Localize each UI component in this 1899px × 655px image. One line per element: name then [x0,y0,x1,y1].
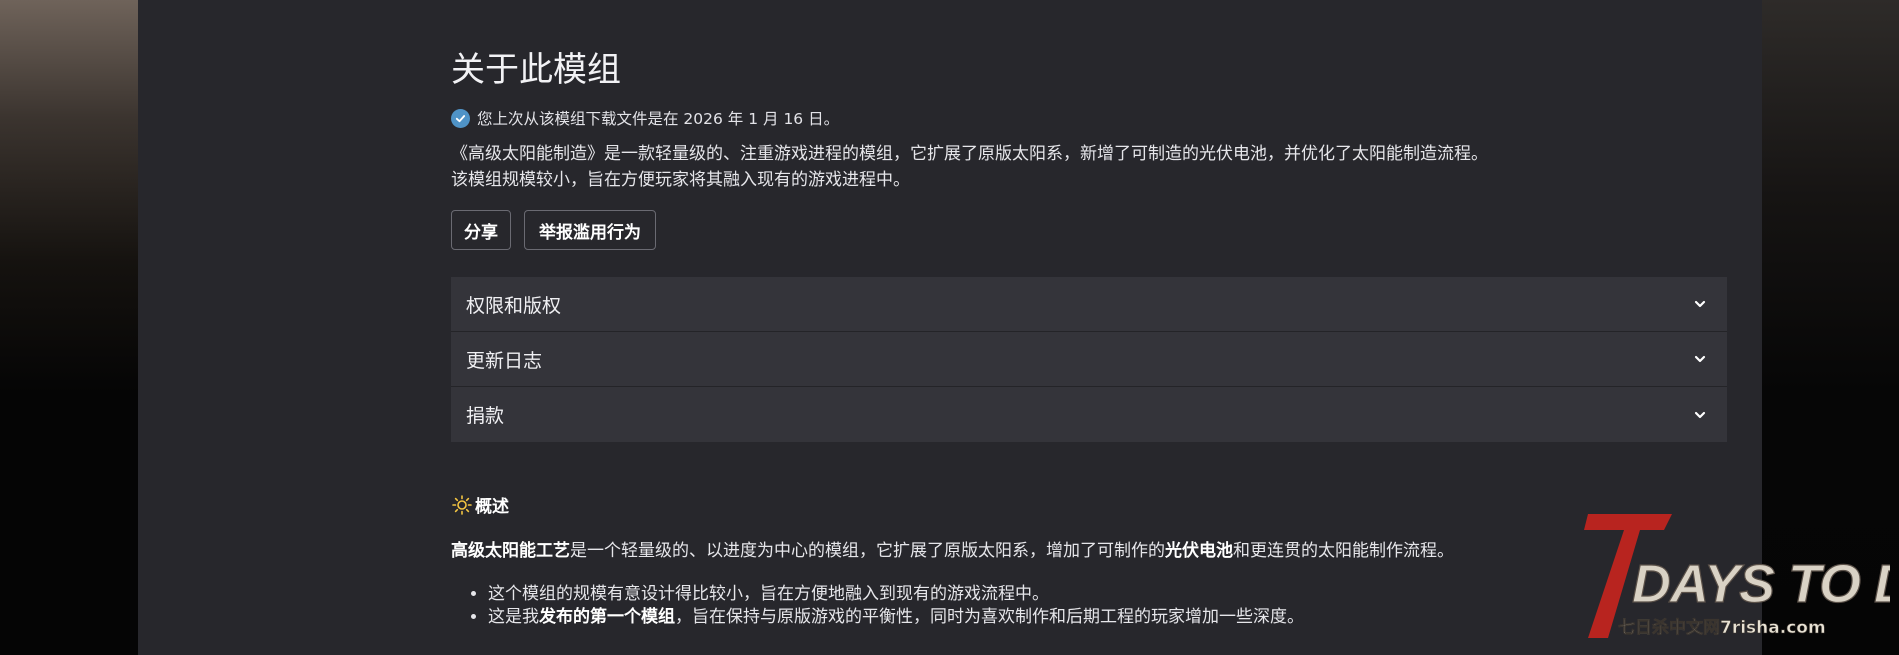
accordion-permissions[interactable]: 权限和版权 [451,277,1727,332]
chevron-down-icon [1693,408,1707,422]
list-item: 这个模组的规模有意设计得比较小，旨在方便地融入到现有的游戏流程中。 [488,583,1304,606]
accordion-label: 更新日志 [466,349,543,372]
mod-description: 《高级太阳能制造》是一款轻量级的、注重游戏进程的模组，它扩展了原版太阳系，新增了… [451,141,1488,193]
svg-text:DAYS TO DIE: DAYS TO DIE [1632,554,1890,614]
pv-cell-strong: 光伏电池 [1165,541,1233,561]
overview-text: 和更连贯的太阳能制作流程。 [1233,541,1454,561]
overview-heading: 概述 [451,492,509,517]
description-line-1: 《高级太阳能制造》是一款轻量级的、注重游戏进程的模组，它扩展了原版太阳系，新增了… [451,144,1488,164]
watermark-site-text: 七日杀中文网7risha.com [1618,617,1826,638]
bullet-text: 这是我 [488,607,539,627]
chevron-down-icon [1693,352,1707,366]
description-line-2: 该模组规模较小，旨在方便玩家将其融入现有的游戏进程中。 [451,170,910,190]
accordion-label: 权限和版权 [466,294,562,317]
share-button[interactable]: 分享 [451,210,511,250]
check-circle-icon [451,108,470,128]
background-left [0,0,138,655]
accordion-changelog[interactable]: 更新日志 [451,332,1727,387]
bullet-text: 这个模组的规模有意设计得比较小，旨在方便地融入到现有的游戏流程中。 [488,584,1049,604]
mod-page-panel: 关于此模组 您上次从该模组下载文件是在 2026 年 1 月 16 日。 《高级… [138,0,1762,655]
download-notice-text: 您上次从该模组下载文件是在 2026 年 1 月 16 日。 [477,110,840,128]
list-item: 这是我发布的第一个模组，旨在保持与原版游戏的平衡性，同时为喜欢制作和后期工程的玩… [488,606,1304,629]
download-notice: 您上次从该模组下载文件是在 2026 年 1 月 16 日。 [451,107,839,129]
sun-icon [451,494,473,516]
7dtd-watermark-logo: DAYS TO DIE 七日杀中文网7risha.com [1580,512,1899,642]
overview-text: 是一个轻量级的、以进度为中心的模组，它扩展了原版太阳系，增加了可制作的 [570,541,1165,561]
overview-heading-text: 概述 [475,497,509,517]
mod-name-strong: 高级太阳能工艺 [451,541,570,561]
report-abuse-button[interactable]: 举报滥用行为 [524,210,656,250]
info-accordion: 权限和版权 更新日志 捐款 [451,277,1727,442]
bullet-text: ，旨在保持与原版游戏的平衡性，同时为喜欢制作和后期工程的玩家增加一些深度。 [675,607,1304,627]
first-mod-strong: 发布的第一个模组 [539,607,675,627]
overview-paragraph: 高级太阳能工艺是一个轻量级的、以进度为中心的模组，它扩展了原版太阳系，增加了可制… [451,536,1454,561]
overview-bullets: 这个模组的规模有意设计得比较小，旨在方便地融入到现有的游戏流程中。 这是我发布的… [451,583,1304,629]
chevron-down-icon [1693,297,1707,311]
accordion-label: 捐款 [466,405,505,427]
accordion-donations[interactable]: 捐款 [451,387,1727,442]
page-title: 关于此模组 [451,50,621,90]
